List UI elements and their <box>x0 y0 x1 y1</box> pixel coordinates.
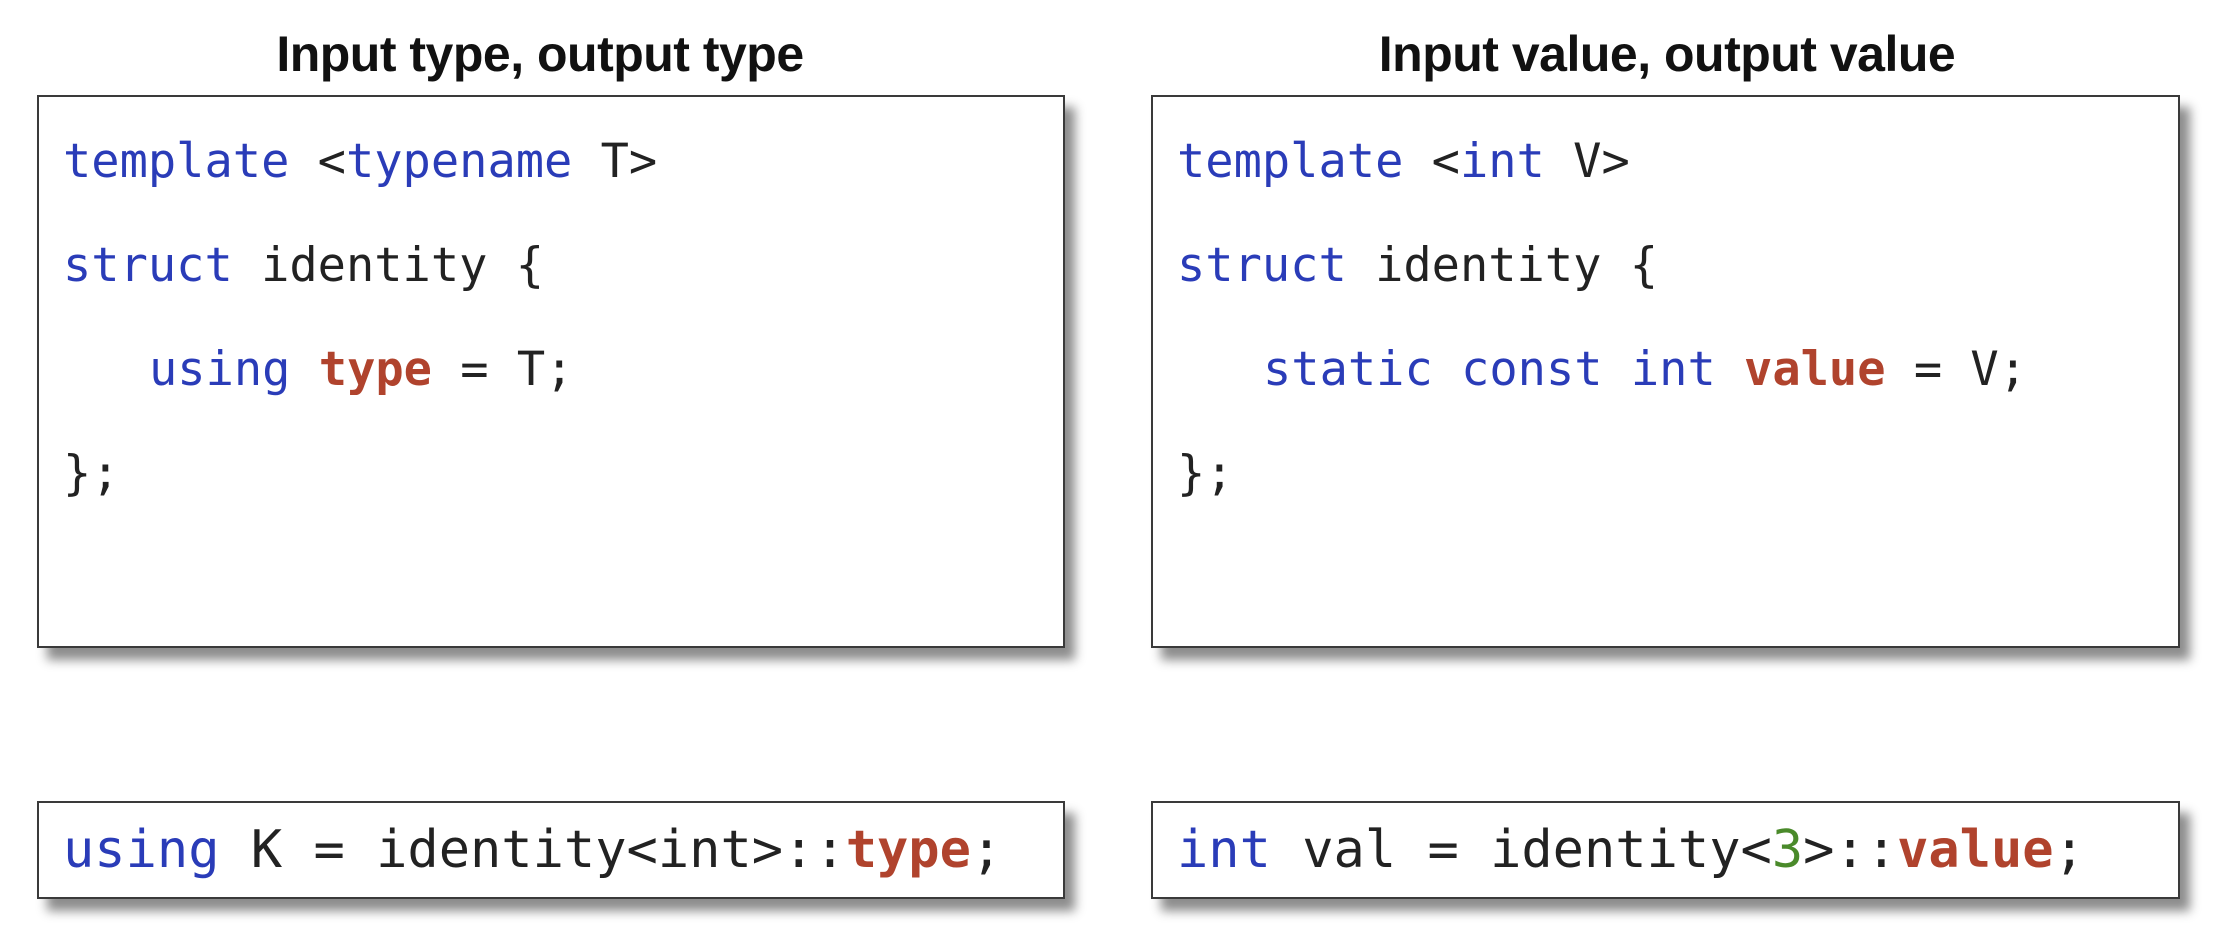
keyword-template: template <box>1177 134 1404 189</box>
right-code-line-2: struct identity { <box>1177 236 1658 296</box>
keyword-struct: struct <box>1177 238 1347 293</box>
highlight-value: value <box>1897 820 2054 880</box>
left-usage-line: using K = identity<int>::type; <box>63 818 1002 882</box>
keyword-int: int <box>1459 134 1545 189</box>
code-text: ; <box>2053 820 2085 880</box>
code-text: ; <box>970 820 1003 880</box>
left-definition-box: template <typename T> struct identity { … <box>37 95 1065 648</box>
code-text: identity { <box>1346 238 1659 293</box>
code-text: < <box>289 134 346 189</box>
code-text: = V; <box>1885 342 2028 397</box>
right-definition-box: template <int V> struct identity { stati… <box>1151 95 2180 648</box>
right-code-line-1: template <int V> <box>1177 132 1630 192</box>
keyword-using: using <box>63 820 220 880</box>
code-text: }; <box>1177 446 1234 501</box>
right-column-title: Input value, output value <box>1378 26 1956 82</box>
left-code-line-4: }; <box>63 444 120 504</box>
code-text: K = identity<int>:: <box>219 820 846 880</box>
keyword-typename: typename <box>345 134 573 189</box>
keyword-template: template <box>63 134 290 189</box>
right-code-line-4: }; <box>1177 444 1234 504</box>
keyword-int: int <box>1177 820 1271 880</box>
code-text: = T; <box>431 342 574 397</box>
code-text: V> <box>1544 134 1630 189</box>
left-column-title: Input type, output type <box>276 26 804 82</box>
code-text: >:: <box>1803 820 1898 880</box>
code-text: val = identity< <box>1270 820 1772 880</box>
keyword-static-const-int: static const int <box>1263 342 1716 397</box>
highlight-type: type <box>318 342 432 397</box>
left-code-line-1: template <typename T> <box>63 132 657 192</box>
left-usage-box: using K = identity<int>::type; <box>37 801 1065 899</box>
code-text: < <box>1403 134 1460 189</box>
keyword-struct: struct <box>63 238 233 293</box>
right-usage-box: int val = identity<3>::value; <box>1151 801 2180 899</box>
number-literal: 3 <box>1771 820 1804 880</box>
right-usage-line: int val = identity<3>::value; <box>1177 818 2085 882</box>
highlight-value: value <box>1744 342 1886 397</box>
code-text: identity { <box>232 238 545 293</box>
code-text: }; <box>63 446 120 501</box>
left-code-line-3: using type = T; <box>149 340 573 400</box>
right-code-line-3: static const int value = V; <box>1263 340 2027 400</box>
left-code-line-2: struct identity { <box>63 236 544 296</box>
keyword-using: using <box>149 342 291 397</box>
code-text: T> <box>572 134 658 189</box>
highlight-type: type <box>845 820 971 880</box>
